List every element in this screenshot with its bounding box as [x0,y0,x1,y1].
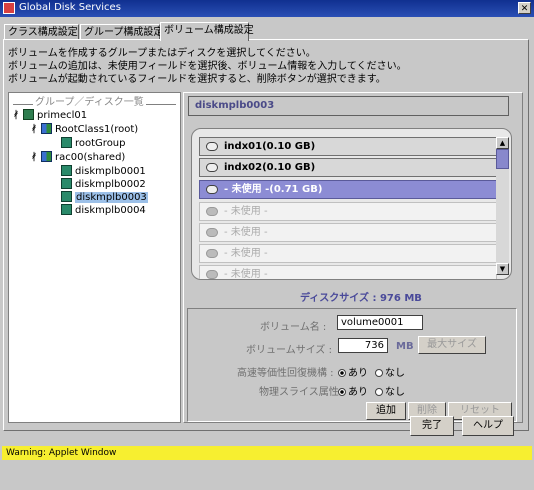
scroll-down-icon[interactable]: ▼ [496,263,509,275]
volume-name-input[interactable]: volume0001 [337,315,423,330]
tree-node-diskmplb0003[interactable]: diskmplb0003 [61,191,148,203]
fast-resync-yes[interactable]: あり [338,364,368,379]
tree-node-diskmplb0004[interactable]: diskmplb0004 [61,204,146,216]
volume-slot-unused-selected[interactable]: - 未使用 -(0.71 GB) [199,180,497,199]
host-icon [23,109,34,120]
add-button[interactable]: 追加 [366,402,406,420]
disk-icon [206,185,218,194]
tab-group-config[interactable]: グループ構成設定 [80,24,163,40]
radio-icon [375,369,383,377]
radio-selected-icon [338,388,346,396]
radio-icon [375,388,383,396]
tree-node-rac00[interactable]: ᚯ rac00(shared) [31,151,125,163]
group-disk-tree: グループ／ディスク一覧 ᚯ primecl01 ᚯ RootClass1(root)… [8,92,181,423]
disk-icon [206,207,218,216]
instruction-line-3: ボリュームが起動されているフィールドを選択すると、削除ボタンが選択できます。 [8,74,386,85]
disk-icon [206,142,218,151]
status-bar: Warning: Applet Window [2,446,532,460]
close-button[interactable]: ✕ [518,2,531,14]
window-title: Global Disk Services [19,2,121,13]
app-icon [3,2,15,14]
class-icon [41,151,52,162]
fast-resync-no[interactable]: なし [375,364,405,379]
title-bar: Global Disk Services ✕ [0,0,534,17]
tree-node-rootclass1[interactable]: ᚯ RootClass1(root) [31,123,138,135]
max-size-button[interactable]: 最大サイズ [418,336,486,354]
key-icon[interactable]: ᚯ [31,152,41,163]
size-unit-label: MB [396,341,414,352]
radio-selected-icon [338,369,346,377]
group-icon [61,137,72,148]
key-icon[interactable]: ᚯ [31,124,41,135]
volume-size-input[interactable]: 736 [338,338,388,353]
help-button[interactable]: ヘルプ [462,416,514,436]
fast-resync-label: 高速等価性回復機構 : [237,368,334,379]
scroll-up-icon[interactable]: ▲ [496,137,509,149]
tree-node-diskmplb0002[interactable]: diskmplb0002 [61,178,146,190]
tree-node-diskmplb0001[interactable]: diskmplb0001 [61,165,146,177]
volume-name-label: ボリューム名 : [260,322,327,333]
selected-disk-label: diskmplb0003 [188,96,509,116]
finish-button[interactable]: 完了 [410,416,454,436]
class-icon [41,123,52,134]
tab-class-config[interactable]: クラス構成設定 [4,24,79,40]
physical-slice-no[interactable]: なし [375,383,405,398]
volume-slot-unused[interactable]: - 未使用 - [199,244,497,263]
scroll-thumb[interactable] [496,149,509,169]
volume-slot-unused[interactable]: - 未使用 - [199,202,497,221]
tree-header: グループ／ディスク一覧 [33,93,146,108]
disk-icon [61,165,72,176]
disk-icon [206,249,218,258]
disk-size-label: ディスクサイズ : 976 MB [300,293,422,304]
disk-icon [61,204,72,215]
volume-list: indx01(0.10 GB) indx02(0.10 GB) - 未使用 -(… [191,128,512,280]
disk-icon [206,228,218,237]
disk-icon [61,191,72,202]
volume-list-scrollbar[interactable]: ▲ ▼ [496,137,509,275]
volume-slot-indx01[interactable]: indx01(0.10 GB) [199,137,497,156]
volume-size-label: ボリュームサイズ : [246,345,332,356]
disk-icon [206,270,218,279]
volume-slot-indx02[interactable]: indx02(0.10 GB) [199,158,497,177]
tree-node-rootgroup[interactable]: rootGroup [61,137,126,149]
physical-slice-yes[interactable]: あり [338,383,368,398]
tab-volume-config[interactable]: ボリューム構成設定 [160,22,254,41]
physical-slice-label: 物理スライス属性 : [259,387,346,398]
disk-icon [61,178,72,189]
tree-node-primecl01[interactable]: ᚯ primecl01 [13,109,87,121]
key-icon[interactable]: ᚯ [13,110,23,121]
volume-slot-unused[interactable]: - 未使用 - [199,265,497,279]
volume-slot-unused[interactable]: - 未使用 - [199,223,497,242]
disk-icon [206,163,218,172]
